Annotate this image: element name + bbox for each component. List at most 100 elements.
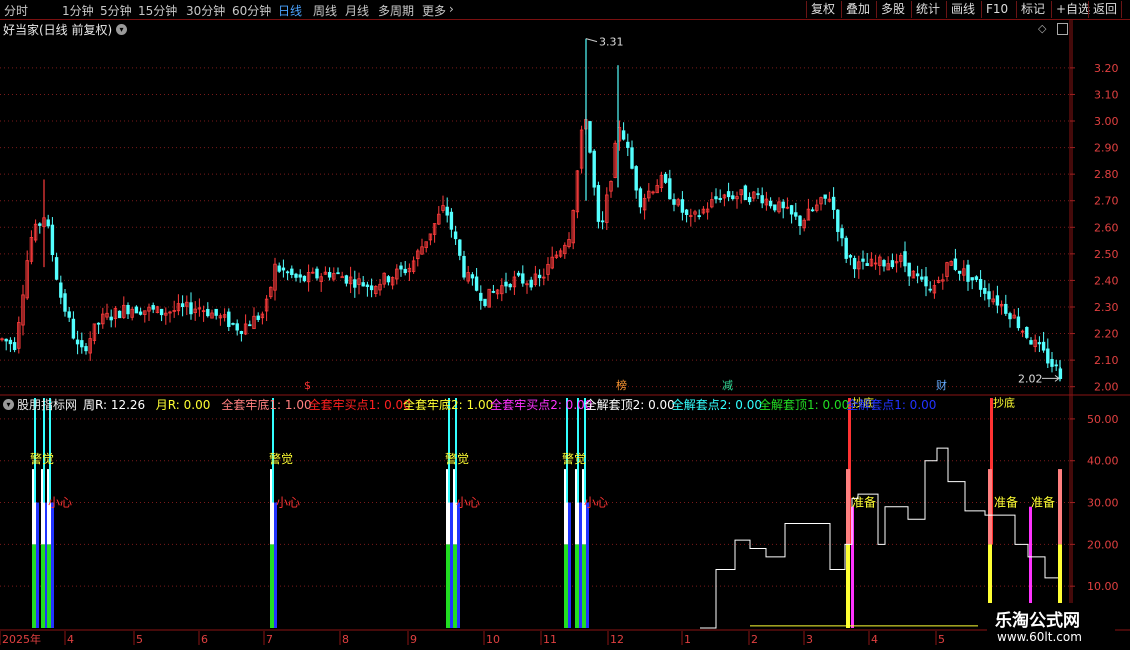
indicator-bar-blue [568, 502, 571, 628]
x-tick-label: 2025年 [2, 632, 41, 646]
candle-body [214, 308, 218, 316]
signal-label-ready: 准备 [1031, 496, 1055, 510]
signal-label-alert: 警觉 [562, 451, 586, 466]
x-tick-label: 10 [486, 633, 500, 646]
indicator-bar-cyan [566, 398, 568, 503]
y-tick-label: 3.10 [1094, 88, 1119, 101]
weekly-r-line [700, 447, 1058, 629]
y-tick-label: 2.00 [1094, 381, 1119, 394]
event-marker: 财 [936, 378, 947, 392]
candle-body [445, 206, 449, 216]
candle-body [353, 279, 357, 288]
candle-body [1004, 303, 1008, 314]
candle-body [844, 237, 848, 259]
x-tick-label: 7 [266, 633, 273, 646]
candle-body [592, 150, 596, 188]
candle-body [995, 295, 1000, 306]
y-tick-label: 2.10 [1094, 354, 1119, 367]
indicator-bar-cyan [584, 398, 586, 503]
indicator-bar-cyan [34, 398, 36, 503]
x-tick-label: 4 [871, 633, 878, 646]
indicator-bar-blue [51, 502, 54, 628]
candle-body [747, 196, 752, 203]
candle-body [1008, 313, 1012, 320]
candle-body [449, 211, 454, 230]
candle-body [974, 276, 979, 280]
candle-body [151, 305, 155, 310]
indicator-bar-cyan [43, 398, 45, 503]
indicator-bar-cyan [577, 398, 579, 503]
candle-body [248, 324, 252, 327]
candle-body [8, 339, 13, 345]
legend-item: 全套牢买点2: 0.00 [490, 398, 593, 412]
x-tick-label: 8 [342, 633, 349, 646]
signal-label-alert: 警觉 [30, 451, 54, 466]
candle-body [462, 255, 466, 278]
y-tick-label: 3.20 [1094, 62, 1119, 75]
candle-body [281, 267, 286, 271]
candle-body [966, 264, 970, 282]
indicator-bar-cyan [455, 398, 457, 503]
indicator-bar-blue [457, 502, 460, 628]
candle-body [630, 147, 634, 169]
y-tick-label: 2.50 [1094, 248, 1119, 261]
legend-item: 全解套顶1: 0.00 [759, 398, 850, 412]
candle-body [235, 323, 239, 331]
candle-body [458, 239, 462, 256]
candle-body [810, 209, 815, 212]
indicator-bar-blue [586, 502, 589, 628]
candle-body [1025, 326, 1029, 338]
candle-body [285, 271, 290, 274]
candle-body [54, 257, 59, 280]
indicator-bar-blue [579, 502, 582, 628]
legend-item: 全解套点1: 0.00 [846, 398, 937, 412]
x-tick-label: 9 [410, 633, 417, 646]
y-tick-label: 2.30 [1094, 301, 1119, 314]
candle-body [239, 331, 244, 335]
candle-body [731, 195, 735, 200]
candle-body [67, 311, 71, 318]
candle-body [290, 268, 294, 276]
candle-body [126, 304, 130, 315]
candle-body [508, 283, 512, 288]
indicator-bar-pink [988, 469, 992, 545]
candle-body [134, 306, 139, 314]
y-tick-label: 2.70 [1094, 195, 1119, 208]
candle-body [386, 276, 391, 283]
chevron-down-icon[interactable]: ▾ [3, 399, 14, 410]
indicator-bar-green [270, 544, 274, 628]
indicator-bar-yellow [846, 544, 850, 628]
indicator-bar-green [564, 544, 568, 628]
candle-body [852, 258, 857, 270]
candle-body [865, 263, 869, 266]
candle-body [596, 185, 601, 222]
candle-body [638, 188, 643, 208]
candle-body [621, 130, 626, 140]
indicator-bar-cyan [272, 398, 274, 503]
candle-body [277, 265, 281, 272]
x-tick-label: 5 [938, 633, 945, 646]
candle-body [474, 276, 479, 291]
signal-label-ready: 准备 [852, 496, 876, 510]
y-tick-label: 50.00 [1087, 413, 1119, 426]
candle-body [1046, 348, 1050, 364]
candle-body [298, 274, 302, 278]
candle-body [983, 287, 987, 294]
candle-body [361, 282, 365, 287]
candle-body [626, 141, 630, 148]
watermark-title: 乐淘公式网 [995, 611, 1080, 631]
candle-body [760, 195, 764, 204]
stock-chart[interactable]: 3.20 3.10 3.00 2.90 2.80 2.70 2.60 2.50 2.40 2.30… [0, 0, 1130, 650]
signal-label-careful: 小心 [456, 496, 480, 510]
x-tick-label: 5 [136, 633, 143, 646]
candle-body [180, 303, 185, 308]
indicator-bar-green [453, 544, 457, 628]
legend-item: 全套牢底1: 1.00 [221, 398, 312, 412]
candle-body [294, 273, 298, 278]
high-pointer [585, 38, 598, 43]
candle-body [159, 308, 164, 316]
low-label: 2.02 [1018, 372, 1043, 385]
candle-body [479, 292, 483, 301]
y-tick-label: 10.00 [1087, 580, 1119, 593]
candle-body [38, 223, 42, 226]
